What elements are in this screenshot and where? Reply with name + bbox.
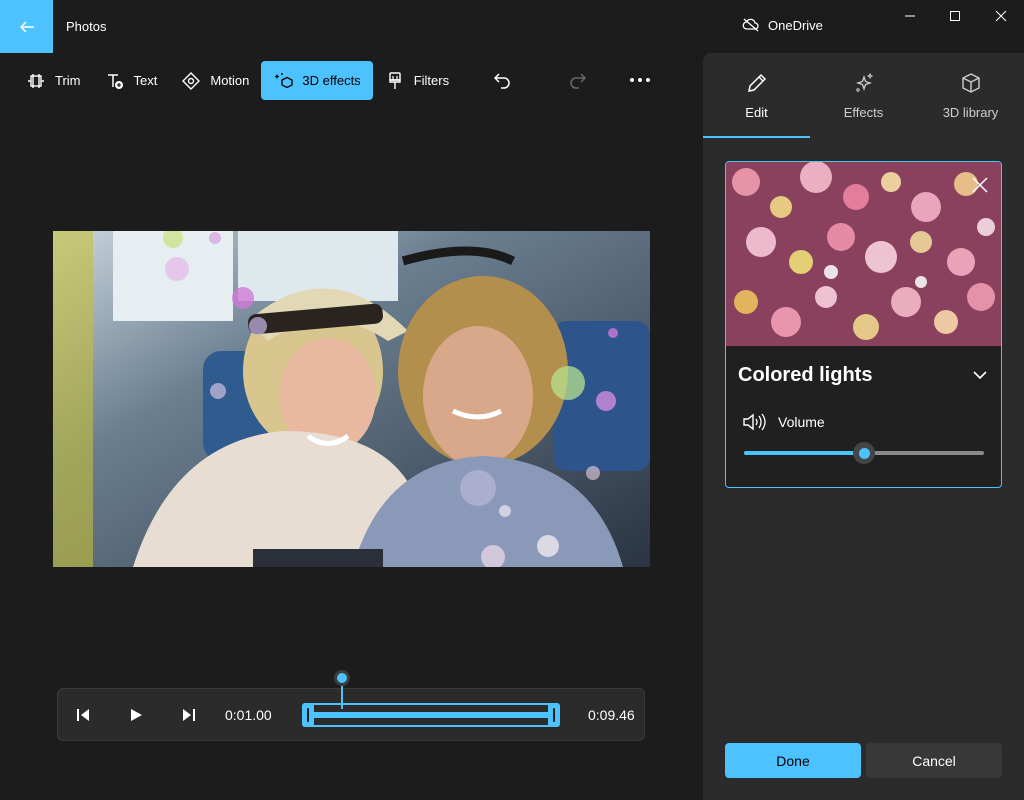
remove-effect-button[interactable]	[969, 174, 991, 196]
photos-app-window: Photos OneDrive Trim Text Motion 3D effe…	[0, 0, 1024, 800]
pencil-icon	[747, 73, 766, 92]
maximize-button[interactable]	[945, 6, 965, 26]
effect-thumbnail	[726, 162, 1001, 346]
speaker-icon	[743, 413, 766, 431]
volume-slider[interactable]	[744, 442, 984, 464]
back-button[interactable]	[0, 0, 53, 53]
active-tab-indicator	[703, 136, 810, 138]
cancel-button[interactable]: Cancel	[866, 743, 1002, 778]
trim-end-handle[interactable]	[548, 703, 560, 727]
effect-name: Colored lights	[738, 364, 873, 386]
volume-slider-thumb[interactable]	[853, 442, 875, 464]
next-frame-button[interactable]	[179, 705, 199, 725]
close-icon	[995, 10, 1007, 22]
text-button[interactable]: Text	[93, 61, 170, 100]
edit-side-panel: Edit Effects 3D library Colored lights V…	[703, 53, 1024, 800]
play-button[interactable]	[126, 705, 146, 725]
timeline-bar: 0:01.00 0:09.46	[57, 670, 645, 741]
trim-label: Trim	[55, 73, 81, 88]
step-forward-icon	[183, 709, 195, 721]
video-frame-image	[53, 231, 650, 567]
minimize-icon	[905, 15, 915, 17]
motion-label: Motion	[210, 73, 250, 88]
video-preview[interactable]	[53, 231, 650, 567]
chevron-down-icon[interactable]	[971, 366, 989, 384]
close-icon	[972, 177, 988, 193]
playhead-line	[341, 683, 343, 709]
undo-icon	[493, 73, 510, 89]
end-time: 0:09.46	[588, 707, 635, 723]
3d-effects-icon	[274, 72, 294, 88]
tab-edit-label: Edit	[745, 105, 768, 120]
redo-button[interactable]	[563, 66, 591, 94]
undo-button[interactable]	[489, 66, 517, 94]
cube-icon	[961, 73, 980, 93]
current-time: 0:01.00	[225, 707, 272, 723]
maximize-icon	[950, 11, 960, 21]
text-label: Text	[133, 73, 158, 88]
motion-icon	[182, 71, 201, 90]
done-button[interactable]: Done	[725, 743, 861, 778]
playhead-handle[interactable]	[334, 670, 350, 686]
tab-effects[interactable]: Effects	[810, 53, 917, 139]
back-arrow-icon	[19, 20, 34, 33]
3d-effects-button[interactable]: 3D effects	[261, 61, 373, 100]
minimize-button[interactable]	[900, 6, 920, 26]
filters-brush-icon	[388, 71, 401, 89]
tab-3d-library[interactable]: 3D library	[917, 53, 1024, 139]
previous-frame-button[interactable]	[73, 705, 93, 725]
more-options-button[interactable]	[626, 66, 654, 94]
filters-button[interactable]: Filters	[373, 61, 461, 100]
more-horizontal-icon	[630, 78, 650, 82]
step-back-icon	[77, 709, 89, 721]
effect-card: Colored lights Volume	[725, 161, 1002, 488]
volume-row: Volume	[742, 412, 825, 432]
tab-edit[interactable]: Edit	[703, 53, 810, 139]
trim-range	[310, 712, 552, 718]
tab-effects-label: Effects	[843, 105, 884, 120]
text-add-icon	[107, 73, 123, 89]
filters-label: Filters	[413, 73, 450, 88]
onedrive-label: OneDrive	[768, 17, 823, 33]
volume-label: Volume	[778, 414, 825, 430]
sparkle-icon	[855, 72, 873, 92]
redo-icon	[570, 73, 587, 89]
trim-icon	[28, 73, 44, 88]
trim-button[interactable]: Trim	[14, 61, 93, 100]
play-icon	[131, 709, 142, 721]
tab-3d-library-label: 3D library	[942, 105, 999, 120]
edit-toolbar: Trim Text Motion 3D effects Filters	[14, 61, 461, 100]
cloud-off-icon	[742, 18, 759, 32]
onedrive-status[interactable]: OneDrive	[742, 17, 823, 33]
motion-button[interactable]: Motion	[169, 61, 261, 100]
3d-effects-label: 3D effects	[302, 73, 361, 88]
close-window-button[interactable]	[991, 6, 1011, 26]
volume-slider-fill	[744, 451, 864, 455]
trim-start-handle[interactable]	[302, 703, 314, 727]
app-title: Photos	[66, 19, 107, 34]
